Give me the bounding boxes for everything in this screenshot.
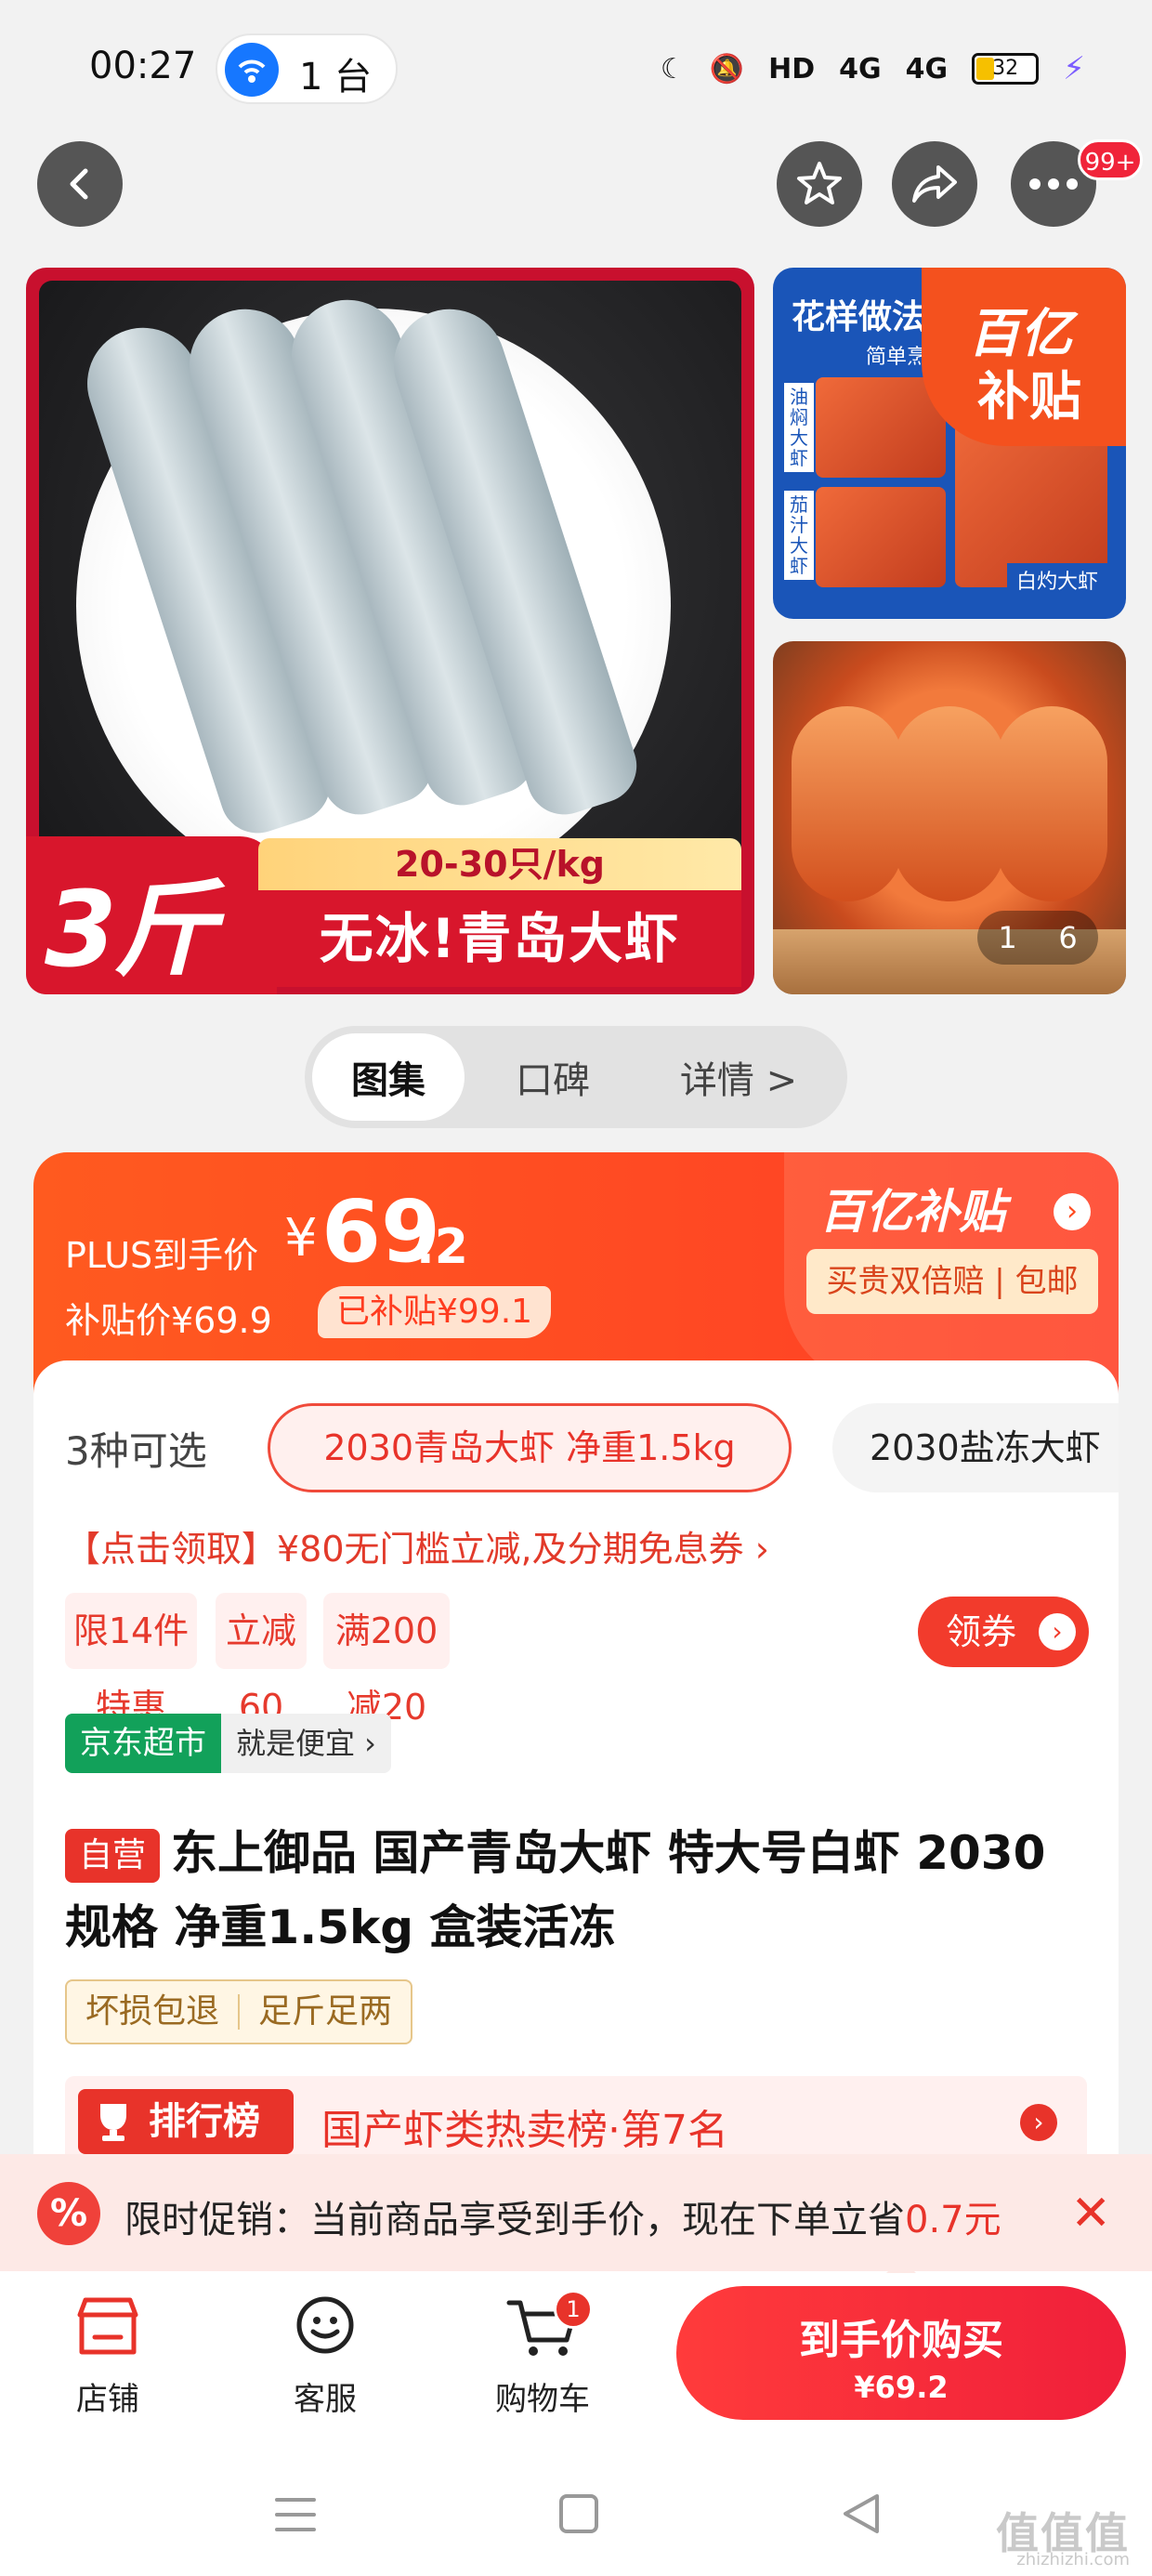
favorite-button[interactable] xyxy=(777,141,862,227)
options-count: 3种可选 xyxy=(65,1428,207,1474)
mute-icon: 🔕 xyxy=(709,52,745,85)
service-guarantee: 买贵双倍赔 | 包邮 xyxy=(806,1249,1098,1314)
trophy-icon xyxy=(100,2104,126,2141)
yi-subsidy-badge: 百亿 补贴 xyxy=(922,268,1126,446)
more-badge: 99+ xyxy=(1078,139,1143,180)
customer-service-label: 客服 xyxy=(294,2381,357,2418)
buy-label: 到手价购买 xyxy=(799,2317,1003,2364)
coupon-claim-link[interactable]: 【点击领取】¥80无门槛立减,及分期免息券 › xyxy=(65,1520,769,1571)
promo-chip: 立减60 xyxy=(216,1593,307,1728)
image-pager: 1 6 xyxy=(977,911,1098,965)
promo-amount: 0.7元 xyxy=(905,2199,1001,2241)
chevron-right-icon: › xyxy=(1039,1613,1076,1650)
back-button[interactable] xyxy=(37,141,123,227)
get-coupon-label: 领券 xyxy=(946,1611,1017,1652)
cart-count-badge: 1 xyxy=(554,2290,593,2329)
charging-icon: ⚡ xyxy=(1063,50,1085,87)
product-title: 东上御品 国产青岛大虾 特大号白虾 2030规格 净重1.5kg 盒装活冻 xyxy=(65,1826,1046,1954)
yi-subsidy-link[interactable]: 百亿补贴 xyxy=(819,1175,1005,1242)
battery-level: 32 xyxy=(992,57,1019,80)
pager-total: 6 xyxy=(1058,920,1078,955)
tab-gallery[interactable]: 图集 xyxy=(312,1033,465,1121)
share-icon xyxy=(912,165,957,203)
close-icon[interactable]: ✕ xyxy=(1070,2186,1111,2241)
spec-label: 20-30只/kg xyxy=(258,838,741,890)
price-decimal: .2 xyxy=(416,1219,468,1275)
promo-bar: % 限时促销：当前商品享受到手价，现在下单立省0.7元 ✕ xyxy=(0,2154,1152,2271)
recipe-label-3: 白灼大虾 xyxy=(1006,563,1107,597)
subsidy-tag: 已补贴¥99.1 xyxy=(318,1286,552,1338)
store-slogan: 就是便宜 › xyxy=(221,1714,391,1773)
signal-icon: 4G xyxy=(905,52,949,85)
star-icon xyxy=(797,162,842,204)
tab-reviews[interactable]: 口碑 xyxy=(465,1033,641,1121)
cart-button[interactable]: 1 购物车 xyxy=(478,2290,608,2419)
store-button[interactable]: 店铺 xyxy=(43,2290,173,2419)
self-operated-badge: 自营 xyxy=(65,1829,160,1883)
option-alternate[interactable]: 2030盐冻大虾 xyxy=(832,1403,1119,1492)
plus-price-label: PLUS到手价 xyxy=(65,1235,259,1276)
promo-chip: 满200减20 xyxy=(323,1593,450,1728)
share-button[interactable] xyxy=(892,141,977,227)
tab-details[interactable]: 详情 > xyxy=(641,1033,836,1121)
buy-now-button[interactable]: 到手价购买 ¥69.2 xyxy=(676,2286,1126,2420)
store-label: 店铺 xyxy=(76,2381,139,2418)
hotspot-count: 1 台 xyxy=(299,56,373,99)
guarantee-tags: 坏损包退 足斤足两 xyxy=(65,1979,413,2044)
battery-icon: 32 xyxy=(972,53,1040,85)
hotspot-icon xyxy=(225,43,279,97)
recipe-label-1: 油焖大虾 xyxy=(784,383,814,472)
media-tabs: 图集 口碑 详情 > xyxy=(305,1026,847,1128)
recipes-header: 花样做法 xyxy=(792,298,926,336)
guarantee-tag: 坏损包退 xyxy=(85,1992,220,2031)
status-icons: ☾ 🔕 HD 4G 4G 32 ⚡ xyxy=(661,46,1085,91)
buy-price: ¥69.2 xyxy=(854,2370,949,2405)
store-icon xyxy=(77,2297,138,2355)
store-tag: 京东超市 xyxy=(65,1714,221,1773)
ranking-text: 国产虾类热卖榜·第7名 xyxy=(321,2107,728,2154)
currency-symbol: ¥ xyxy=(284,1208,318,1268)
hotspot-indicator: 1 台 xyxy=(216,33,398,104)
gallery-thumb-cooked[interactable]: 1 6 xyxy=(773,641,1126,994)
weight-badge: 3斤 xyxy=(26,836,277,994)
customer-service-button[interactable]: 客服 xyxy=(260,2290,390,2419)
chevron-right-icon: › xyxy=(1020,2104,1057,2141)
pager-current: 1 xyxy=(998,920,1017,955)
option-selected[interactable]: 2030青岛大虾 净重1.5kg xyxy=(268,1403,792,1492)
jd-supermarket-tag[interactable]: 京东超市 就是便宜 › xyxy=(65,1714,391,1773)
more-dots-icon xyxy=(1029,178,1078,190)
moon-icon: ☾ xyxy=(660,52,686,85)
recipe-label-2: 茄汁大虾 xyxy=(784,491,814,580)
chevron-left-icon xyxy=(70,168,88,200)
promo-chip: 限14件特惠 xyxy=(65,1593,197,1728)
back-triangle-icon[interactable] xyxy=(840,2492,883,2535)
cart-label: 购物车 xyxy=(495,2381,590,2418)
gallery-main-image[interactable]: 3斤 20-30只/kg 无冰!青岛大虾 xyxy=(26,268,754,994)
product-info-card: 3种可选 2030青岛大虾 净重1.5kg 2030盐冻大虾 【点击领取】¥80… xyxy=(33,1360,1119,2280)
image-title: 无冰!青岛大虾 xyxy=(258,890,741,987)
get-coupon-button[interactable]: 领券 › xyxy=(918,1597,1089,1667)
watermark-sub: zhizhizhi.com xyxy=(1016,2550,1130,2569)
chevron-right-icon[interactable]: › xyxy=(1054,1193,1091,1230)
percent-icon: % xyxy=(37,2182,100,2245)
guarantee-tag: 足斤足两 xyxy=(258,1992,393,2031)
system-nav-bar xyxy=(0,2457,1152,2576)
bottom-action-bar: 店铺 客服 1 购物车 到手价购买 ¥69.2 xyxy=(0,2258,1152,2457)
promo-text: 限时促销：当前商品享受到手价，现在下单立省0.7元 xyxy=(124,2199,1001,2241)
chat-icon xyxy=(296,2296,354,2354)
hd-icon: HD xyxy=(768,52,816,85)
subsidy-price: 补贴价¥69.9 xyxy=(65,1300,272,1341)
status-time: 00:27 xyxy=(89,45,197,87)
menu-icon[interactable] xyxy=(273,2494,318,2535)
signal-icon: 4G xyxy=(839,52,882,85)
home-icon[interactable] xyxy=(557,2492,600,2535)
gallery-thumb-recipes[interactable]: 花样做法 简单烹饪 油焖大虾 茄汁大虾 白灼大虾 百亿 补贴 xyxy=(773,268,1126,619)
